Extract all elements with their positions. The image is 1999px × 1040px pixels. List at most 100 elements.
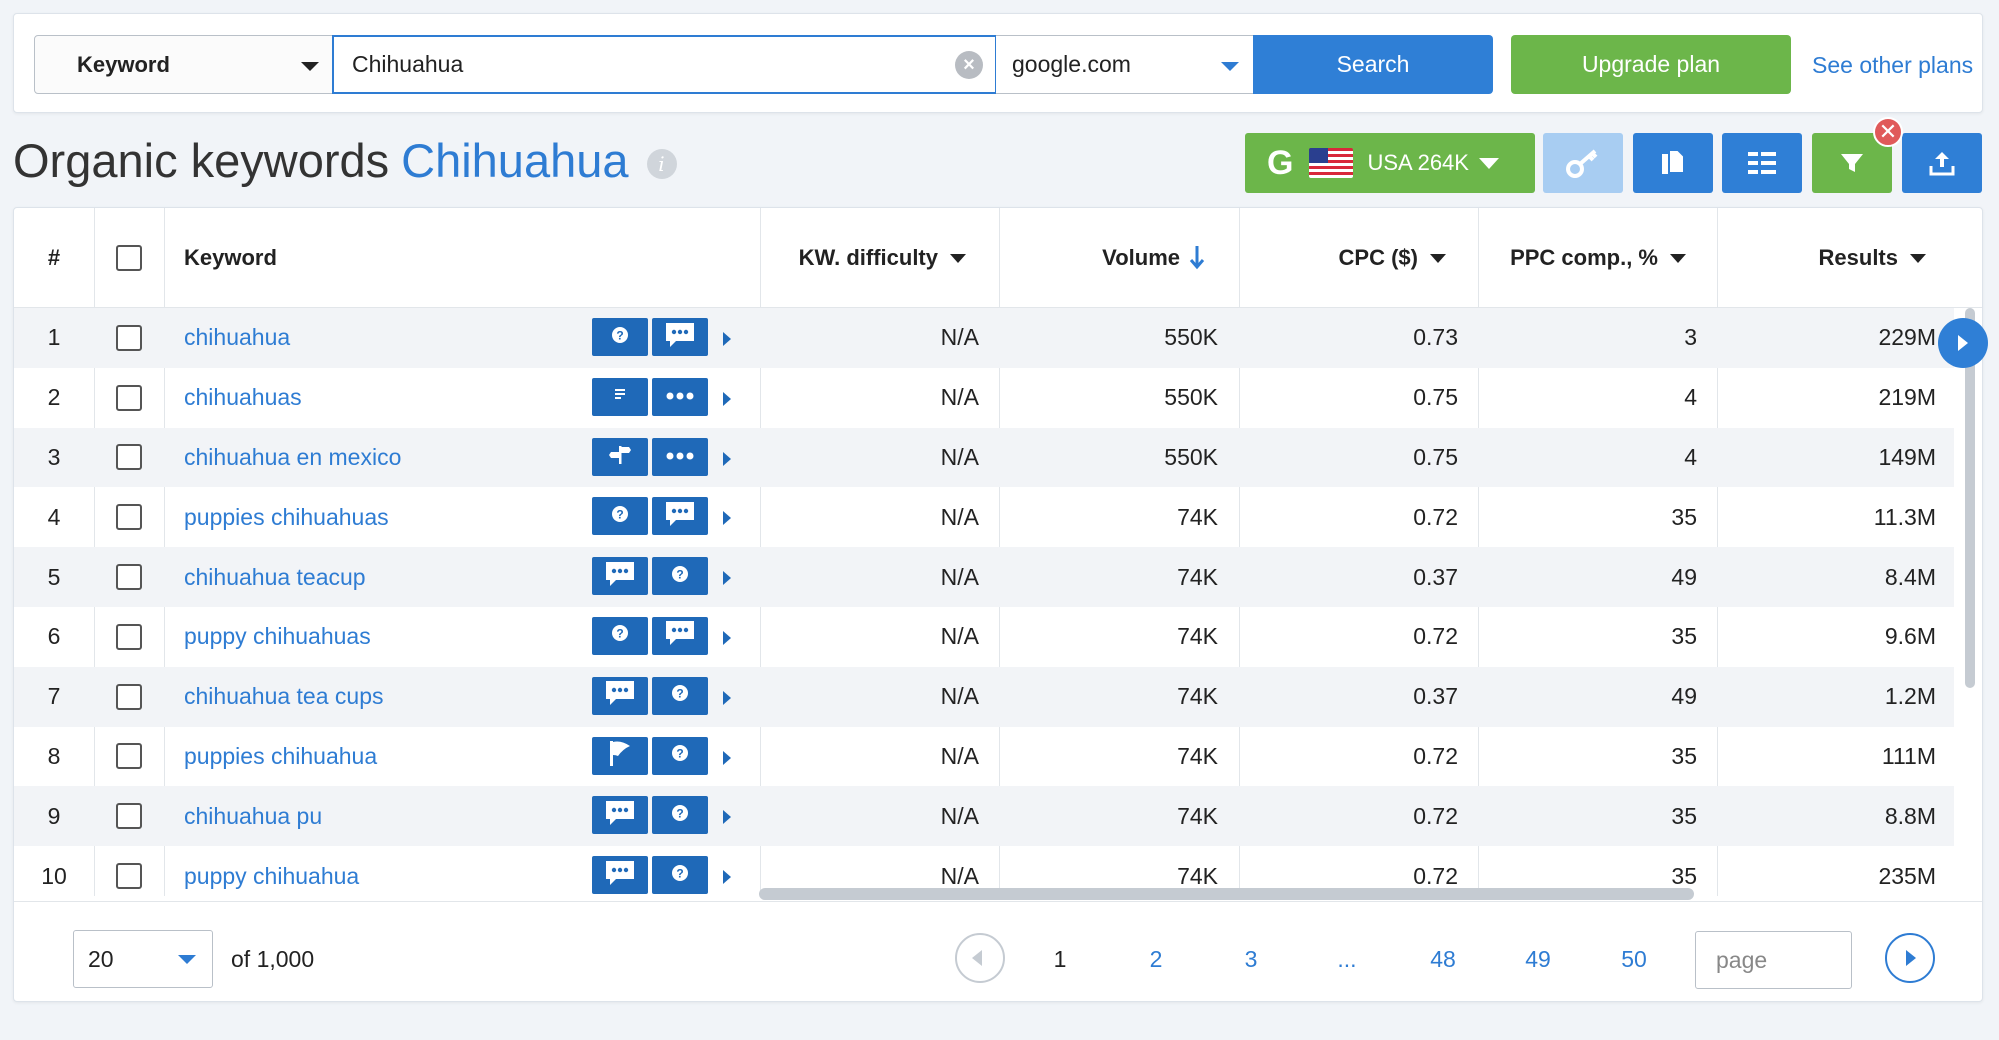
row-checkbox[interactable] (116, 803, 142, 830)
search-button[interactable]: Search (1253, 35, 1493, 94)
keyword-link[interactable]: puppies chihuahua (184, 743, 377, 770)
serp-feature-question-icon[interactable]: ? (652, 736, 708, 775)
scroll-right-button[interactable] (1938, 318, 1988, 368)
comment-icon (603, 798, 637, 833)
page-input[interactable] (1695, 931, 1852, 989)
expand-arrow-icon[interactable] (723, 810, 731, 825)
info-icon[interactable]: i (646, 148, 677, 179)
keyword-link[interactable]: puppies chihuahuas (184, 504, 389, 531)
keyword-link[interactable]: chihuahua en mexico (184, 444, 401, 471)
serp-feature-question-icon[interactable]: ? (652, 856, 708, 895)
horizontal-scrollbar[interactable] (759, 888, 1694, 900)
serp-feature-comment-icon[interactable] (652, 497, 708, 536)
kw-difficulty-cell: N/A (940, 802, 979, 829)
serp-feature-comment-icon[interactable] (592, 796, 648, 835)
expand-arrow-icon[interactable] (723, 332, 731, 346)
remove-filter-icon[interactable]: ✕ (1873, 117, 1903, 147)
search-input[interactable] (334, 37, 995, 92)
filter-icon (1841, 154, 1863, 172)
serp-feature-question-icon[interactable]: ? (652, 557, 708, 596)
question-icon: ? (671, 744, 689, 767)
next-page-button[interactable] (1885, 933, 1935, 983)
search-type-select[interactable]: Keyword (34, 35, 334, 94)
country-database-button[interactable]: G USA 264K (1245, 133, 1535, 193)
serp-feature-comment-icon[interactable] (652, 616, 708, 655)
results-cell: 9.6M (1884, 623, 1936, 650)
col-results[interactable]: Results (1494, 208, 1946, 308)
serp-feature-more-icon[interactable] (652, 437, 708, 476)
keyword-link[interactable]: puppy chihuahuas (184, 623, 371, 650)
results-cell: 8.8M (1884, 802, 1936, 829)
serp-feature-question-icon[interactable]: ? (592, 497, 648, 536)
row-checkbox[interactable] (116, 324, 142, 351)
table-row: 6 puppy chihuahuas ? N/A 74K 0.72 35 9.6… (14, 607, 1954, 667)
row-checkbox[interactable] (116, 444, 142, 471)
export-button[interactable] (1902, 133, 1982, 193)
keyword-cell: chihuahua pu (184, 786, 322, 846)
serp-feature-flag-icon[interactable] (592, 736, 648, 775)
comment-icon (663, 320, 697, 355)
serp-feature-question-icon[interactable]: ? (652, 796, 708, 835)
expand-arrow-icon[interactable] (723, 630, 731, 645)
expand-arrow-icon[interactable] (723, 511, 731, 526)
row-checkbox[interactable] (116, 564, 142, 591)
row-checkbox[interactable] (116, 743, 142, 770)
serp-feature-comment-icon[interactable] (592, 557, 648, 596)
expand-arrow-icon[interactable] (723, 571, 731, 586)
row-number: 5 (47, 563, 61, 590)
kw-difficulty-cell: N/A (940, 384, 979, 411)
row-checkbox[interactable] (116, 683, 142, 710)
database-select[interactable]: google.com (996, 35, 1254, 94)
svg-text:?: ? (676, 687, 683, 701)
see-other-plans-link[interactable]: See other plans (1812, 52, 1973, 79)
ppc-comp-cell: 35 (1671, 802, 1697, 829)
keyword-link[interactable]: chihuahua tea cups (184, 683, 384, 710)
expand-arrow-icon[interactable] (723, 391, 731, 406)
row-checkbox[interactable] (116, 384, 142, 411)
expand-arrow-icon[interactable] (723, 451, 731, 466)
serp-feature-list-icon[interactable] (592, 377, 648, 416)
page-link[interactable]: 49 (1513, 946, 1563, 973)
comment-icon (663, 499, 697, 534)
serp-feature-question-icon[interactable]: ? (652, 676, 708, 715)
table-row: 5 chihuahua teacup ? N/A 74K 0.37 49 8.4… (14, 547, 1954, 607)
page-link[interactable]: 48 (1418, 946, 1468, 973)
keyword-link[interactable]: puppy chihuahua (184, 863, 359, 890)
serp-feature-more-icon[interactable] (652, 377, 708, 416)
expand-arrow-icon[interactable] (723, 690, 731, 705)
copy-button[interactable] (1633, 133, 1713, 193)
keyword-link[interactable]: chihuahua pu (184, 803, 322, 830)
row-checkbox[interactable] (116, 504, 142, 531)
google-icon: G (1267, 143, 1294, 182)
keyword-link[interactable]: chihuahua (184, 324, 290, 351)
select-all-checkbox[interactable] (116, 245, 142, 271)
col-keyword[interactable]: Keyword (184, 208, 277, 308)
keyword-tool-button[interactable] (1543, 133, 1623, 193)
serp-feature-signpost-icon[interactable] (592, 437, 648, 476)
serp-feature-comment-icon[interactable] (592, 856, 648, 895)
per-page-select[interactable]: 20 (73, 930, 213, 988)
prev-page-button[interactable] (955, 933, 1005, 983)
columns-button[interactable] (1722, 133, 1802, 193)
page-link[interactable]: 3 (1226, 946, 1276, 973)
page-link[interactable]: 2 (1131, 946, 1181, 973)
row-checkbox[interactable] (116, 863, 142, 890)
page-link[interactable]: 50 (1609, 946, 1659, 973)
results-cell: 229M (1878, 324, 1936, 351)
serp-feature-question-icon[interactable]: ? (592, 616, 648, 655)
upgrade-plan-button[interactable]: Upgrade plan (1511, 35, 1791, 94)
serp-feature-comment-icon[interactable] (652, 318, 708, 356)
serp-feature-comment-icon[interactable] (592, 676, 648, 715)
per-page-value: 20 (88, 945, 114, 972)
row-checkbox[interactable] (116, 623, 142, 650)
keyword-link[interactable]: chihuahua teacup (184, 564, 366, 591)
expand-arrow-icon[interactable] (723, 750, 731, 765)
expand-arrow-icon[interactable] (723, 870, 731, 885)
key-icon (1566, 149, 1598, 178)
clear-icon[interactable]: × (955, 51, 983, 79)
serp-feature-question-icon[interactable]: ? (592, 318, 648, 356)
keyword-link[interactable]: chihuahuas (184, 384, 302, 411)
ppc-comp-cell: 35 (1671, 742, 1697, 769)
cpc-cell: 0.72 (1413, 503, 1458, 530)
page-link[interactable]: 1 (1035, 946, 1085, 973)
